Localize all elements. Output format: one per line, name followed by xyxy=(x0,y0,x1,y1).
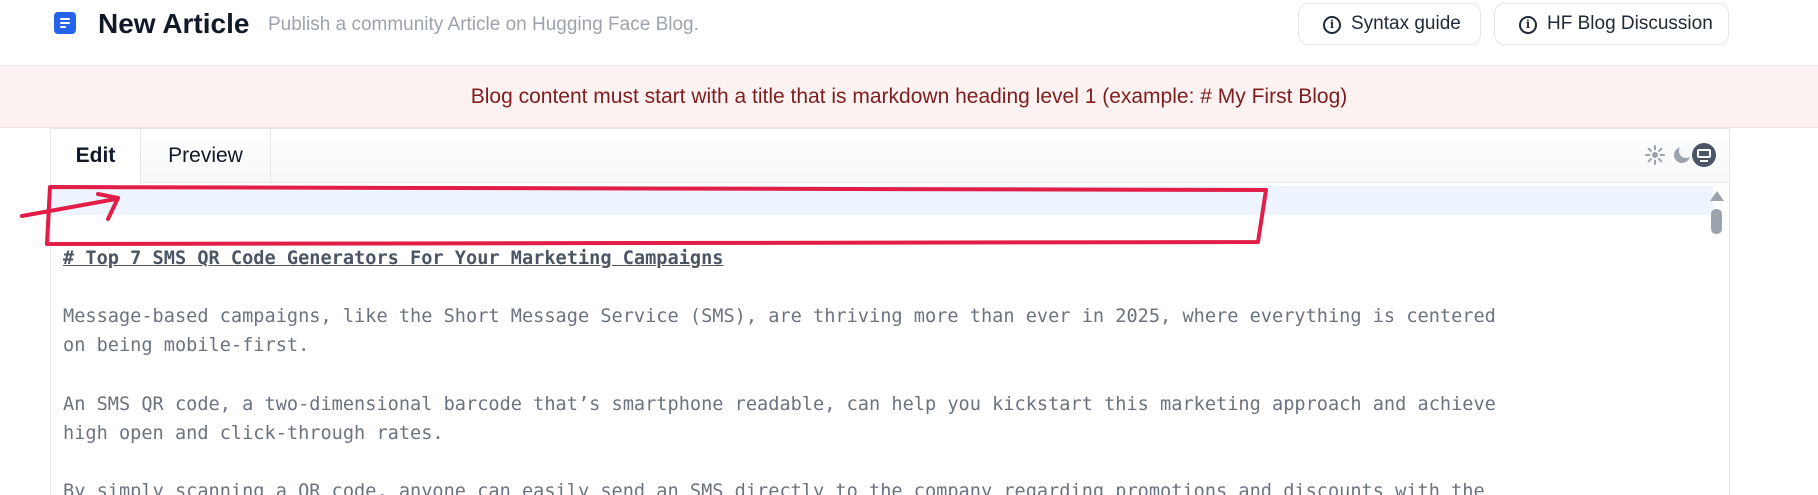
error-message: Blog content must start with a title tha… xyxy=(470,84,1348,108)
tab-edit[interactable]: Edit xyxy=(51,129,141,184)
monitor-icon[interactable] xyxy=(1692,143,1716,167)
page-header: New Article Publish a community Article … xyxy=(0,0,1818,66)
syntax-guide-label: Syntax guide xyxy=(1351,13,1461,34)
blog-discussion-button[interactable]: i HF Blog Discussion xyxy=(1494,3,1729,45)
editor-tabs: Edit Preview xyxy=(51,129,1729,184)
tab-preview[interactable]: Preview xyxy=(141,129,271,183)
heading-line: # Top 7 SMS QR Code Generators For Your … xyxy=(63,248,724,269)
document-icon xyxy=(54,12,76,34)
blog-discussion-label: HF Blog Discussion xyxy=(1547,13,1713,34)
code-line: An SMS QR code, a two-dimensional barcod… xyxy=(63,394,1496,415)
info-icon: i xyxy=(1519,16,1537,34)
info-icon: i xyxy=(1323,16,1341,34)
code-line: high open and click-through rates. xyxy=(63,423,444,444)
code-line: Message-based campaigns, like the Short … xyxy=(63,306,1496,327)
code-line: on being mobile-first. xyxy=(63,335,310,356)
page-subtitle: Publish a community Article on Hugging F… xyxy=(268,14,699,35)
scroll-up-arrow-icon[interactable] xyxy=(1710,191,1724,201)
moon-icon[interactable] xyxy=(1669,143,1693,167)
syntax-guide-button[interactable]: i Syntax guide xyxy=(1298,3,1481,45)
page-title: New Article xyxy=(98,8,250,39)
markdown-editor: Edit Preview # Top 7 SMS QR Code Generat… xyxy=(50,128,1730,495)
sun-icon[interactable] xyxy=(1643,143,1667,167)
code-line: By simply scanning a QR code, anyone can… xyxy=(63,481,1485,495)
code-editor-area[interactable]: # Top 7 SMS QR Code Generators For Your … xyxy=(51,183,1713,495)
active-line-highlight xyxy=(52,186,1713,215)
scrollbar-thumb[interactable] xyxy=(1711,209,1722,234)
error-banner: Blog content must start with a title tha… xyxy=(0,66,1818,128)
